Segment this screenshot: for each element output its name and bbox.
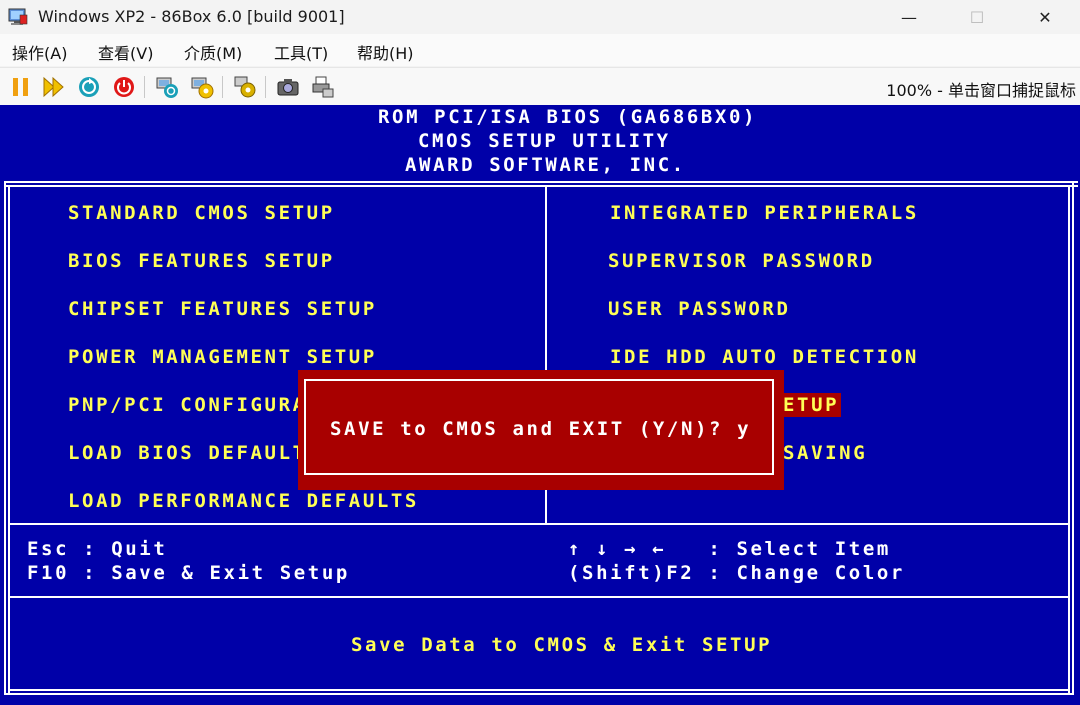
menu-item-load-bios-defaults[interactable]: LOAD BIOS DEFAULT <box>68 441 307 465</box>
bios-header-line: AWARD SOFTWARE, INC. <box>405 154 686 176</box>
emulator-screen[interactable]: ROM PCI/ISA BIOS (GA686BX0) CMOS SETUP U… <box>0 105 1080 705</box>
menu-item-pnp-pci[interactable]: PNP/PCI CONFIGURA <box>68 393 307 417</box>
menu-item-save-exit-setup-selected[interactable]: ETUP <box>783 393 842 417</box>
menu-item-integrated-peripherals[interactable]: INTEGRATED PERIPHERALS <box>610 201 919 225</box>
title-bar: Windows XP2 - 86Box 6.0 [build 9001] — ☐… <box>0 0 1080 34</box>
menu-tools[interactable]: 工具(T) <box>274 40 328 64</box>
settings-icon[interactable] <box>232 74 258 100</box>
menu-item-user-password[interactable]: USER PASSWORD <box>608 297 791 321</box>
menu-item-exit-without-saving[interactable]: SAVING <box>783 441 867 465</box>
toolbar-separator <box>222 76 223 98</box>
section-separator <box>10 523 1070 525</box>
ctrl-alt-del-icon[interactable] <box>189 74 215 100</box>
help-f10: F10 : Save & Exit Setup <box>27 562 350 584</box>
help-shift-f2: (Shift)F2 : Change Color <box>568 562 905 584</box>
power-icon[interactable] <box>111 74 137 100</box>
close-button[interactable]: ✕ <box>1012 0 1078 34</box>
menu-item-power-management[interactable]: POWER MANAGEMENT SETUP <box>68 345 377 369</box>
86box-monitor-icon <box>8 8 28 26</box>
hard-reset-icon[interactable] <box>154 74 180 100</box>
menu-item-load-performance-defaults[interactable]: LOAD PERFORMANCE DEFAULTS <box>68 489 419 513</box>
minimize-button[interactable]: — <box>876 0 942 34</box>
toolbar-separator <box>144 76 145 98</box>
bios-header-line: ROM PCI/ISA BIOS (GA686BX0) <box>378 106 758 128</box>
frame-border <box>8 689 1070 691</box>
menu-action[interactable]: 操作(A) <box>12 40 67 64</box>
reset-icon[interactable] <box>76 74 102 100</box>
help-esc: Esc : Quit <box>27 538 168 560</box>
frame-border <box>4 181 6 695</box>
frame-border <box>8 185 10 693</box>
dialog-prompt: SAVE to CMOS and EXIT (Y/N)? y <box>330 418 752 440</box>
bios-header-line: CMOS SETUP UTILITY <box>418 130 671 152</box>
window-title: Windows XP2 - 86Box 6.0 [build 9001] <box>38 7 345 26</box>
screenshot-icon[interactable] <box>275 74 301 100</box>
menu-item-supervisor-password[interactable]: SUPERVISOR PASSWORD <box>608 249 875 273</box>
menu-item-ide-hdd-detection[interactable]: IDE HDD AUTO DETECTION <box>610 345 919 369</box>
status-line: Save Data to CMOS & Exit SETUP <box>351 634 773 656</box>
frame-border <box>4 181 1078 183</box>
printer-icon[interactable] <box>310 74 336 100</box>
menu-item-chipset-features[interactable]: CHIPSET FEATURES SETUP <box>68 297 377 321</box>
toolbar-separator <box>265 76 266 98</box>
help-arrows: ↑ ↓ → ← : Select Item <box>568 538 891 560</box>
maximize-button[interactable]: ☐ <box>944 0 1010 34</box>
save-exit-dialog[interactable]: SAVE to CMOS and EXIT (Y/N)? y <box>298 370 784 490</box>
menu-item-standard-cmos[interactable]: STANDARD CMOS SETUP <box>68 201 335 225</box>
menu-bar: 操作(A) 查看(V) 介质(M) 工具(T) 帮助(H) <box>0 34 1080 66</box>
menu-item-bios-features[interactable]: BIOS FEATURES SETUP <box>68 249 335 273</box>
menu-view[interactable]: 查看(V) <box>98 40 153 64</box>
pause-icon[interactable] <box>8 74 34 100</box>
status-text: 100% - 单击窗口捕捉鼠标 <box>886 81 1076 100</box>
menu-help[interactable]: 帮助(H) <box>357 40 414 64</box>
toolbar: 100% - 单击窗口捕捉鼠标 <box>0 67 1080 106</box>
frame-border <box>4 693 1074 695</box>
fast-forward-icon[interactable] <box>41 74 67 100</box>
frame-border <box>4 185 1078 187</box>
frame-border <box>1072 181 1074 695</box>
frame-border <box>1068 185 1070 693</box>
section-separator <box>10 596 1070 598</box>
menu-media[interactable]: 介质(M) <box>184 40 242 64</box>
